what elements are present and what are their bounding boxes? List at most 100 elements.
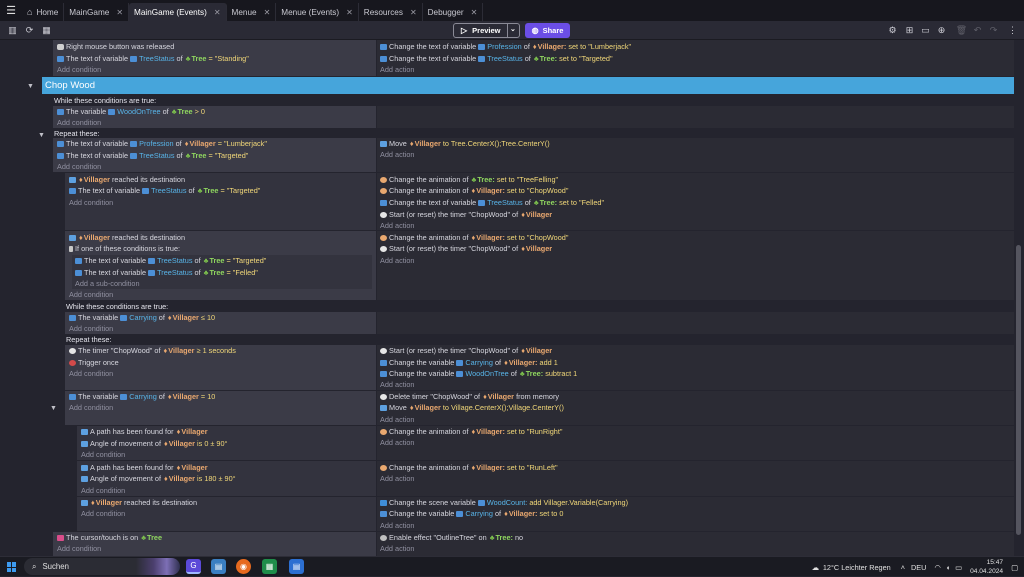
close-icon[interactable]: ✕: [471, 8, 478, 17]
collapse-icon[interactable]: ▼: [38, 132, 45, 139]
speaker-icon[interactable]: ◖: [946, 563, 950, 572]
close-icon[interactable]: ✕: [264, 8, 271, 17]
tab-maingame-events[interactable]: MainGame (Events) ✕: [129, 3, 227, 21]
add-condition-link[interactable]: Add condition: [81, 486, 125, 496]
action-change-variable[interactable]: Change the variable WoodOnTree of ♣Tree:…: [380, 369, 577, 379]
add-event-icon[interactable]: ⊕: [935, 24, 948, 37]
redo-icon[interactable]: ↷: [987, 24, 1000, 37]
add-subcondition-link[interactable]: Add a sub-condition: [75, 279, 140, 289]
layout-icon[interactable]: ▦: [40, 24, 53, 37]
add-action-link[interactable]: Add action: [380, 438, 414, 448]
document-icon[interactable]: ▤: [289, 559, 304, 574]
add-action-link[interactable]: Add action: [380, 65, 414, 75]
action-change-animation[interactable]: Change the animation of ♦Villager: set t…: [380, 427, 562, 437]
condition-text-variable[interactable]: The text of variable TreeStatus of ♣Tree…: [57, 54, 249, 64]
tab-resources[interactable]: Resources ✕: [359, 3, 423, 21]
add-action-link[interactable]: Add action: [380, 521, 414, 531]
gdevelop-app-icon[interactable]: G: [186, 559, 201, 574]
add-subevent-icon[interactable]: ⊞: [903, 24, 916, 37]
event-settings-icon[interactable]: ⚙: [886, 24, 899, 37]
add-action-link[interactable]: Add action: [380, 415, 414, 425]
tab-debugger[interactable]: Debugger ✕: [423, 3, 484, 21]
add-comment-icon[interactable]: ▭: [919, 24, 932, 37]
action-start-timer[interactable]: Start (or reset) the timer "ChopWood" of…: [380, 346, 552, 356]
condition-variable[interactable]: The variable WoodOnTree of ♣Tree > 0: [57, 107, 205, 117]
share-button[interactable]: ◍ Share: [525, 23, 570, 38]
tab-maingame[interactable]: MainGame ✕: [64, 3, 130, 21]
add-action-link[interactable]: Add action: [380, 221, 414, 231]
delete-icon[interactable]: 🗑: [955, 24, 968, 37]
tab-home[interactable]: ⌂ Home: [22, 3, 65, 21]
add-condition-link[interactable]: Add condition: [69, 290, 113, 300]
add-action-link[interactable]: Add action: [380, 150, 414, 160]
action-change-variable[interactable]: Change the variable Carrying of ♦Village…: [380, 509, 563, 519]
condition-timer[interactable]: The timer "ChopWood" of ♦Villager ≥ 1 se…: [69, 346, 236, 356]
add-condition-link[interactable]: Add condition: [57, 65, 101, 75]
weather-text[interactable]: 12°C Leichter Regen: [823, 563, 891, 572]
action-start-timer[interactable]: Start (or reset) the timer "ChopWood" of…: [380, 244, 552, 254]
language-indicator[interactable]: DEU: [911, 563, 926, 572]
more-options-icon[interactable]: ⋮: [1006, 24, 1019, 37]
action-change-text[interactable]: Change the text of variable TreeStatus o…: [380, 198, 604, 208]
action-change-text[interactable]: Change the text of variable TreeStatus o…: [380, 54, 613, 64]
condition-path-found[interactable]: A path has been found for ♦Villager: [81, 463, 208, 473]
hamburger-menu-icon[interactable]: ☰: [0, 0, 22, 21]
action-move[interactable]: Move ♦Villager to Tree.CenterX();Tree.Ce…: [380, 139, 550, 149]
action-move[interactable]: Move ♦Villager to Village.CenterX();Vill…: [380, 403, 564, 413]
vertical-scrollbar[interactable]: [1016, 245, 1021, 535]
add-condition-link[interactable]: Add condition: [69, 324, 113, 334]
condition-reached-destination[interactable]: ♦Villager reached its destination: [81, 498, 197, 508]
action-change-scene-variable[interactable]: Change the scene variable WoodCount: add…: [380, 498, 628, 508]
action-delete-timer[interactable]: Delete timer "ChopWood" of ♦Villager fro…: [380, 392, 559, 402]
project-manager-icon[interactable]: ▥: [6, 24, 19, 37]
tab-menue-events[interactable]: Menue (Events) ✕: [276, 3, 359, 21]
file-explorer-icon[interactable]: ▤: [211, 559, 226, 574]
condition-reached-destination[interactable]: ♦Villager reached its destination: [69, 233, 185, 243]
notification-icon[interactable]: ▢: [1011, 563, 1018, 572]
action-change-animation[interactable]: Change the animation of ♦Villager: set t…: [380, 233, 568, 243]
close-icon[interactable]: ✕: [116, 8, 123, 17]
subcondition-text-variable[interactable]: The text of variable TreeStatus of ♣Tree…: [75, 268, 258, 278]
add-condition-link[interactable]: Add condition: [57, 162, 101, 172]
add-action-link[interactable]: Add action: [380, 544, 414, 554]
clock[interactable]: 15:47 04.04.2024: [970, 558, 1003, 576]
action-change-variable[interactable]: Change the variable Carrying of ♦Village…: [380, 358, 558, 368]
close-icon[interactable]: ✕: [346, 8, 353, 17]
action-start-timer[interactable]: Start (or reset) the timer "ChopWood" of…: [380, 210, 552, 220]
condition-mouse-released[interactable]: Right mouse button was released: [57, 42, 174, 52]
condition-path-found[interactable]: A path has been found for ♦Villager: [81, 427, 208, 437]
add-condition-link[interactable]: Add condition: [69, 403, 113, 413]
condition-variable[interactable]: The variable Carrying of ♦Villager ≤ 10: [69, 313, 215, 323]
condition-reached-destination[interactable]: ♦Villager reached its destination: [69, 175, 185, 185]
close-icon[interactable]: ✕: [214, 8, 221, 17]
add-condition-link[interactable]: Add condition: [69, 198, 113, 208]
tab-menue[interactable]: Menue ✕: [227, 3, 277, 21]
action-change-animation[interactable]: Change the animation of ♦Villager: set t…: [380, 463, 558, 473]
add-action-link[interactable]: Add action: [380, 474, 414, 484]
spreadsheet-icon[interactable]: ▦: [262, 559, 277, 574]
condition-cursor-on[interactable]: The cursor/touch is on ♣Tree: [57, 533, 162, 543]
subcondition-text-variable[interactable]: The text of variable TreeStatus of ♣Tree…: [75, 256, 266, 266]
condition-variable[interactable]: The variable Carrying of ♦Villager = 10: [69, 392, 215, 402]
action-change-animation[interactable]: Change the animation of ♣Tree: set to "T…: [380, 175, 558, 185]
add-condition-link[interactable]: Add condition: [57, 544, 101, 554]
windows-start-icon[interactable]: [7, 562, 17, 572]
close-icon[interactable]: ✕: [410, 8, 417, 17]
action-change-animation[interactable]: Change the animation of ♦Villager: set t…: [380, 186, 568, 196]
condition-text-variable[interactable]: The text of variable Profession of ♦Vill…: [57, 139, 267, 149]
add-condition-link[interactable]: Add condition: [69, 369, 113, 379]
collapse-icon[interactable]: ▼: [50, 405, 57, 412]
condition-or[interactable]: If one of these conditions is true:: [69, 244, 180, 254]
add-action-link[interactable]: Add action: [380, 256, 414, 266]
condition-trigger-once[interactable]: Trigger once: [69, 358, 119, 368]
add-condition-link[interactable]: Add condition: [81, 450, 125, 460]
condition-text-variable[interactable]: The text of variable TreeStatus of ♣Tree…: [57, 151, 248, 161]
add-action-link[interactable]: Add action: [380, 380, 414, 390]
preview-button[interactable]: ▷ Preview ⌄: [453, 23, 520, 38]
battery-icon[interactable]: ▭: [955, 563, 962, 572]
taskbar-search[interactable]: ⌕ Suchen: [24, 558, 180, 575]
condition-text-variable[interactable]: The text of variable TreeStatus of ♣Tree…: [69, 186, 260, 196]
refresh-icon[interactable]: ⟳: [23, 24, 36, 37]
wifi-icon[interactable]: ◠: [934, 563, 940, 572]
group-chop-wood[interactable]: Chop Wood: [42, 77, 1014, 94]
